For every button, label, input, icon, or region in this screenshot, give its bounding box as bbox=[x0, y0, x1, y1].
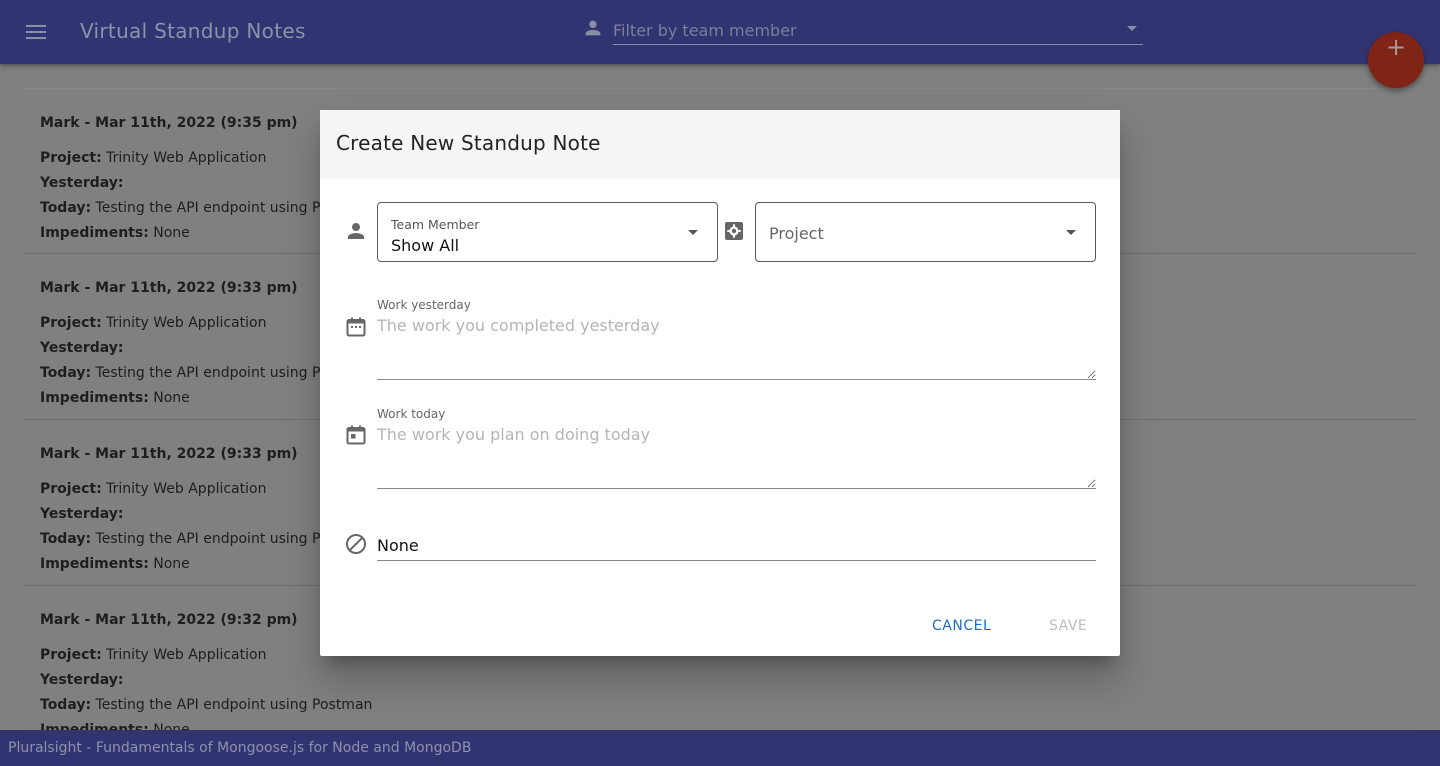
person-icon bbox=[348, 223, 364, 239]
project-select[interactable]: Project bbox=[755, 202, 1096, 262]
yesterday-label: Yesterday: bbox=[40, 175, 124, 191]
team-member-value: Show All bbox=[391, 236, 460, 255]
today-label: Today: bbox=[40, 365, 92, 381]
today-label: Today: bbox=[40, 697, 92, 713]
person-icon bbox=[585, 20, 601, 36]
footer: Pluralsight - Fundamentals of Mongoose.j… bbox=[0, 730, 1440, 766]
filter-input[interactable] bbox=[613, 12, 1143, 45]
cancel-button[interactable]: CANCEL bbox=[932, 618, 991, 634]
project-label: Project: bbox=[40, 315, 102, 331]
impediments-value: None bbox=[153, 390, 190, 406]
today-label: Today: bbox=[40, 531, 92, 547]
today-value: Testing the API endpoint using Postman bbox=[95, 697, 373, 713]
yesterday-label: Yesterday: bbox=[40, 340, 124, 356]
impediments-value: None bbox=[153, 722, 190, 730]
calendar-today-icon bbox=[346, 425, 366, 445]
yesterday-label: Yesterday: bbox=[40, 506, 124, 522]
impediments-value: None bbox=[153, 225, 190, 241]
today-value: Testing the API endpoint using P bbox=[95, 365, 321, 381]
save-button[interactable]: SAVE bbox=[1049, 618, 1087, 634]
project-value: Trinity Web Application bbox=[106, 647, 267, 663]
dialog-title: Create New Standup Note bbox=[336, 131, 601, 155]
work-today-label: Work today bbox=[377, 407, 446, 421]
settings-box-icon bbox=[725, 222, 743, 240]
today-label: Today: bbox=[40, 200, 92, 216]
impediments-label: Impediments: bbox=[40, 556, 149, 572]
impediments-value: None bbox=[153, 556, 190, 572]
create-note-dialog: Create New Standup Note Team Member Show… bbox=[320, 110, 1120, 656]
chevron-down-icon bbox=[688, 230, 698, 235]
chevron-down-icon[interactable] bbox=[1127, 26, 1137, 31]
chevron-down-icon bbox=[1066, 230, 1076, 235]
dialog-header: Create New Standup Note bbox=[320, 110, 1120, 178]
team-member-select[interactable]: Team Member Show All bbox=[377, 202, 718, 262]
calendar-icon bbox=[346, 317, 366, 337]
project-value: Trinity Web Application bbox=[106, 481, 267, 497]
block-icon bbox=[346, 534, 366, 554]
project-value: Trinity Web Application bbox=[106, 150, 267, 166]
work-yesterday-field[interactable] bbox=[377, 316, 1096, 380]
impediments-label: Impediments: bbox=[40, 722, 149, 730]
team-member-filter[interactable] bbox=[582, 12, 1143, 45]
project-label: Project: bbox=[40, 647, 102, 663]
work-yesterday-label: Work yesterday bbox=[377, 298, 471, 312]
app-title: Virtual Standup Notes bbox=[80, 19, 306, 43]
project-label: Project: bbox=[40, 481, 102, 497]
project-value: Trinity Web Application bbox=[106, 315, 267, 331]
team-member-label: Team Member bbox=[391, 217, 480, 232]
add-note-button[interactable]: + bbox=[1368, 32, 1424, 88]
impediments-label: Impediments: bbox=[40, 225, 149, 241]
impediments-field[interactable] bbox=[377, 530, 1096, 561]
today-value: Testing the API endpoint using P bbox=[95, 200, 321, 216]
impediments-label: Impediments: bbox=[40, 390, 149, 406]
project-label: Project: bbox=[40, 150, 102, 166]
project-placeholder: Project bbox=[769, 224, 824, 243]
app-bar: Virtual Standup Notes bbox=[0, 0, 1440, 64]
yesterday-label: Yesterday: bbox=[40, 672, 124, 688]
work-today-field[interactable] bbox=[377, 425, 1096, 489]
today-value: Testing the API endpoint using P bbox=[95, 531, 321, 547]
menu-icon[interactable] bbox=[20, 20, 52, 44]
